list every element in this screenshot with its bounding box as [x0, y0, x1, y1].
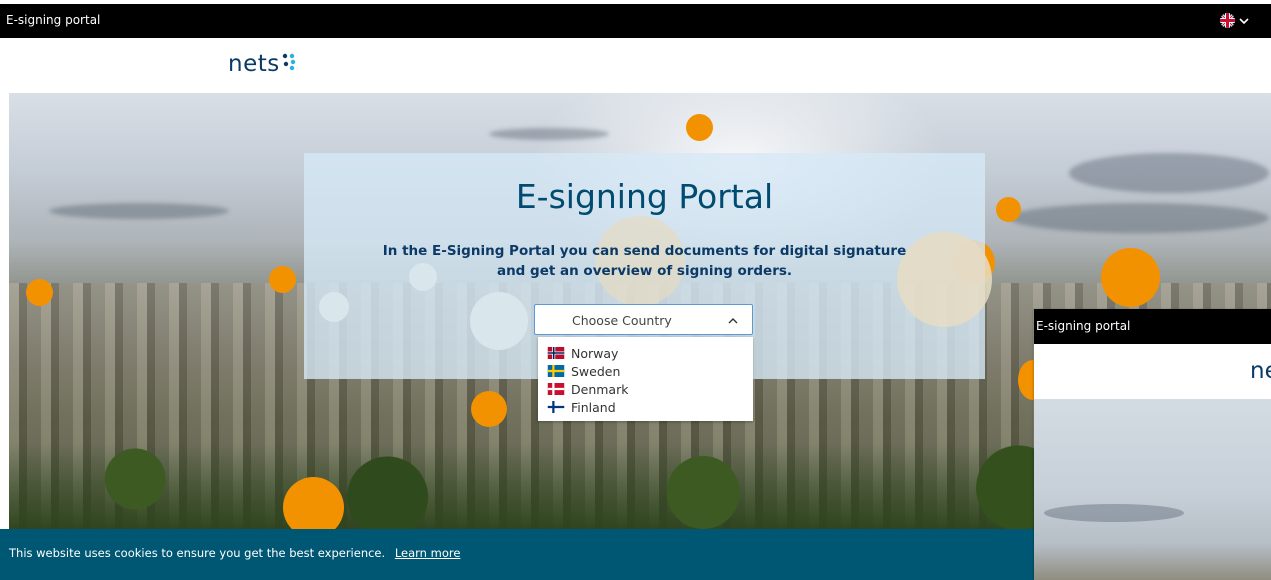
country-option-label: Finland: [571, 399, 616, 415]
overlay-title: E-signing portal: [1036, 319, 1131, 333]
uk-flag-icon: [1220, 13, 1235, 28]
cookie-banner: This website uses cookies to ensure you …: [0, 529, 1034, 580]
logo-dots-icon: [282, 53, 296, 71]
cloud: [489, 128, 609, 140]
cloud: [1009, 203, 1269, 233]
cookie-message: This website uses cookies to ensure you …: [9, 546, 460, 560]
norway-flag-icon: [547, 347, 565, 359]
learn-more-link[interactable]: Learn more: [395, 546, 461, 560]
overlay-hero-image: [1034, 399, 1271, 580]
country-select[interactable]: Choose Country: [534, 304, 753, 335]
denmark-flag-icon: [547, 383, 565, 395]
decorative-bubble: [269, 266, 296, 293]
overlapping-window[interactable]: E-signing portal ne: [1034, 309, 1271, 580]
country-dropdown: Norway Sweden Denmark Finland: [538, 337, 753, 421]
app-title: E-signing portal: [6, 13, 101, 27]
description-line: In the E-Signing Portal you can send doc…: [382, 243, 907, 259]
nets-logo[interactable]: nets: [228, 51, 280, 77]
top-bar: E-signing portal: [0, 4, 1271, 38]
country-option-norway[interactable]: Norway: [547, 344, 618, 362]
cloud: [1044, 504, 1184, 522]
description-line: and get an overview of signing orders.: [496, 263, 793, 279]
sweden-flag-icon: [547, 365, 565, 377]
page-title: E-signing Portal: [515, 177, 774, 216]
decorative-bubble: [686, 114, 713, 141]
overlay-logo: ne: [1250, 358, 1271, 384]
chevron-up-icon: [728, 318, 738, 324]
country-option-label: Sweden: [571, 363, 621, 379]
decorative-bubble: [996, 197, 1021, 222]
country-option-label: Denmark: [571, 381, 629, 397]
country-option-denmark[interactable]: Denmark: [547, 380, 628, 398]
country-option-label: Norway: [571, 345, 619, 361]
country-option-sweden[interactable]: Sweden: [547, 362, 620, 380]
country-select-placeholder: Choose Country: [572, 313, 672, 328]
overlay-top-bar: E-signing portal: [1034, 309, 1271, 344]
decorative-bubble: [26, 279, 53, 306]
decorative-bubble: [471, 391, 507, 427]
chevron-down-icon: [1239, 17, 1249, 24]
decorative-bubble: [1101, 248, 1160, 307]
cloud: [1069, 153, 1269, 193]
finland-flag-icon: [547, 401, 565, 413]
cloud: [49, 203, 229, 219]
language-selector[interactable]: [1220, 13, 1249, 28]
country-option-finland[interactable]: Finland: [547, 398, 616, 416]
cookie-message-text: This website uses cookies to ensure you …: [9, 546, 386, 560]
page-description: In the E-Signing Portal you can send doc…: [364, 241, 925, 281]
